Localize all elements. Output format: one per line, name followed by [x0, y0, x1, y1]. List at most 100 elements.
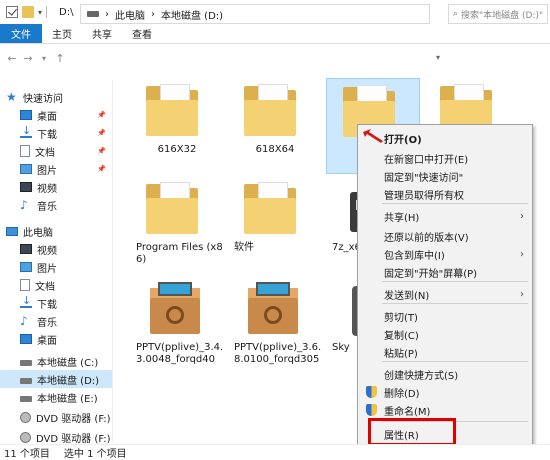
- ribbon-tabs: 文件 主页 共享 查看: [0, 24, 550, 44]
- dvd-icon: [20, 431, 31, 443]
- sidebar-item[interactable]: 此电脑: [0, 222, 112, 240]
- sidebar-item-label: DVD 驱动器 (F:): [36, 433, 111, 445]
- back-icon[interactable]: ←: [4, 52, 20, 65]
- menu-item[interactable]: 在新窗口中打开(E): [358, 149, 532, 167]
- folder-item[interactable]: Program Files (x86): [130, 176, 224, 272]
- video-icon: [20, 182, 32, 192]
- folder-item[interactable]: 616X32: [130, 78, 224, 174]
- address-row: ← → ▾ ↑: [0, 44, 550, 72]
- package-icon: [244, 280, 306, 338]
- menu-item[interactable]: 剪切(T): [358, 307, 532, 325]
- menu-item-label: 重命名(M): [384, 406, 431, 418]
- address-dropdown-icon[interactable]: ▾: [430, 48, 446, 68]
- recent-locations-icon[interactable]: ▾: [36, 54, 52, 63]
- sidebar-item[interactable]: 本地磁盘 (D:): [0, 370, 112, 388]
- sidebar-item[interactable]: 文档: [0, 276, 112, 294]
- menu-item[interactable]: 粘贴(P): [358, 343, 532, 361]
- sidebar-item-label: 文档: [35, 147, 55, 159]
- sidebar-item[interactable]: ★ 快速访问: [0, 88, 112, 106]
- sidebar-item-label: 图片: [37, 263, 57, 275]
- menu-item[interactable]: 还原以前的版本(V): [358, 227, 532, 245]
- file-name: 软件: [234, 242, 254, 253]
- sidebar-item[interactable]: 本地磁盘 (C:): [0, 352, 112, 370]
- picture-icon: [20, 262, 32, 272]
- submenu-arrow-icon: ›: [520, 248, 524, 260]
- menu-item-label: 粘贴(P): [384, 348, 418, 360]
- menu-item[interactable]: 共享(H) ›: [358, 207, 532, 225]
- sidebar-item[interactable]: 桌面 📌: [0, 106, 112, 124]
- menu-item[interactable]: 复制(C): [358, 325, 532, 343]
- sidebar-item[interactable]: 文档 📌: [0, 142, 112, 160]
- submenu-arrow-icon: ›: [520, 288, 524, 300]
- folder-item[interactable]: 软件: [228, 176, 322, 272]
- folder-icon: [244, 82, 306, 140]
- menu-item[interactable]: 固定到"快速访问": [358, 167, 532, 185]
- menu-item[interactable]: 发送到(N) ›: [358, 285, 532, 303]
- document-icon: [20, 279, 30, 291]
- download-icon: [20, 294, 32, 308]
- breadcrumb-separator: ›: [105, 8, 109, 20]
- sidebar-item[interactable]: 图片 📌: [0, 160, 112, 178]
- sidebar-item[interactable]: 下载 📌: [0, 124, 112, 142]
- menu-item[interactable]: 删除(D): [358, 383, 532, 401]
- document-icon: [20, 145, 30, 157]
- sidebar-item[interactable]: 视频: [0, 240, 112, 258]
- sidebar-item-label: 快速访问: [23, 93, 63, 105]
- sidebar-item[interactable]: 本地磁盘 (E:): [0, 388, 112, 406]
- selected-count: 选中 1 个项目: [63, 448, 127, 460]
- tab-file[interactable]: 文件: [0, 24, 42, 43]
- menu-item[interactable]: 管理员取得所有权: [358, 185, 532, 203]
- sidebar-item[interactable]: ♪ 音乐: [0, 312, 112, 330]
- sidebar-item[interactable]: 桌面: [0, 330, 112, 348]
- menu-item-label: 固定到"快速访问": [384, 172, 464, 184]
- search-box[interactable]: ⌕ 搜索"本地磁盘 (D:)": [448, 4, 548, 24]
- shield-icon: [366, 404, 377, 416]
- menu-item[interactable]: 重命名(M): [358, 401, 532, 419]
- menu-item[interactable]: 包含到库中(I) ›: [358, 245, 532, 263]
- window-title: D:\: [59, 6, 74, 18]
- sidebar-item[interactable]: 下载: [0, 294, 112, 312]
- menu-item[interactable]: 打开(O): [358, 129, 532, 147]
- tab-home[interactable]: 主页: [42, 24, 82, 43]
- sidebar-item[interactable]: ♪ 音乐: [0, 196, 112, 214]
- new-folder-quick-icon[interactable]: [22, 6, 34, 18]
- quick-access-dropdown-icon[interactable]: ▾: [38, 8, 42, 17]
- file-name: Program Files (x86): [136, 242, 223, 265]
- navigation-scrollbar[interactable]: [112, 80, 120, 442]
- menu-separator: [382, 303, 528, 304]
- drive-icon: [20, 395, 32, 402]
- menu-item-label: 打开(O): [384, 134, 422, 146]
- folder-icon: [146, 82, 208, 140]
- sidebar-item[interactable]: 视频: [0, 178, 112, 196]
- menu-item-label: 固定到"开始"屏幕(P): [384, 268, 478, 280]
- drive-icon: [20, 359, 32, 366]
- sidebar-item-label: 桌面: [37, 335, 57, 347]
- menu-item[interactable]: 固定到"开始"屏幕(P): [358, 263, 532, 281]
- tab-view[interactable]: 查看: [122, 24, 162, 43]
- sidebar-item[interactable]: 图片: [0, 258, 112, 276]
- properties-quick-icon[interactable]: [6, 6, 18, 18]
- address-bar[interactable]: › 此电脑 › 本地磁盘 (D:): [80, 4, 430, 24]
- folder-item[interactable]: 618X64: [228, 78, 322, 174]
- video-icon: [20, 244, 32, 254]
- forward-icon[interactable]: →: [20, 52, 36, 65]
- menu-item-label: 还原以前的版本(V): [384, 232, 469, 244]
- breadcrumb-this-pc[interactable]: 此电脑: [115, 7, 145, 22]
- music-icon: ♪: [20, 314, 28, 328]
- file-name: 618X64: [255, 144, 295, 155]
- sidebar-item[interactable]: DVD 驱动器 (F:): [0, 408, 112, 426]
- status-bar: 11 个项目 选中 1 个项目: [0, 444, 550, 460]
- package-item[interactable]: PPTV(pplive)_3.6.8.0100_forqd305: [228, 276, 322, 372]
- sidebar-item-label: 音乐: [37, 317, 57, 329]
- sidebar-item-label: 文档: [35, 281, 55, 293]
- folder-icon: [146, 180, 208, 238]
- up-icon[interactable]: ↑: [52, 52, 68, 65]
- pin-icon: 📌: [97, 147, 106, 155]
- red-pointer-arrow-icon: [363, 129, 383, 143]
- breadcrumb-drive-d[interactable]: 本地磁盘 (D:): [161, 7, 223, 22]
- menu-item[interactable]: 创建快捷方式(S): [358, 365, 532, 383]
- desktop-icon: [20, 334, 32, 344]
- package-item[interactable]: PPTV(pplive)_3.4.3.0048_forqd40: [130, 276, 224, 372]
- tab-share[interactable]: 共享: [82, 24, 122, 43]
- pin-icon: 📌: [97, 165, 106, 173]
